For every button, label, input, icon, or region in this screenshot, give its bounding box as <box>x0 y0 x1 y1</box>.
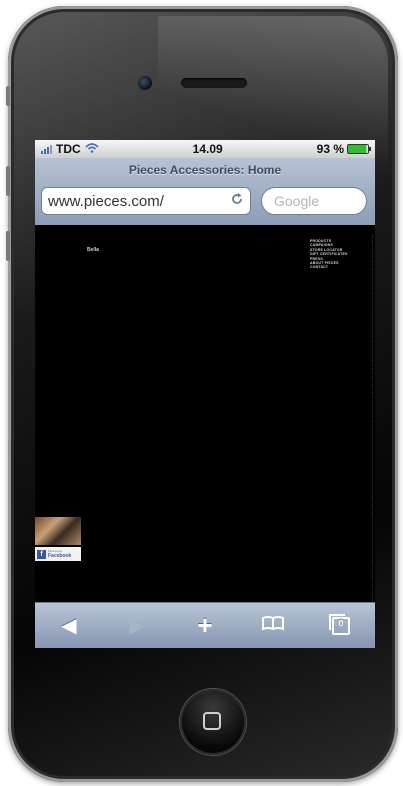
site-nav-menu: PRODUCTS CAMPAIGNS STORE LOCATOR GIFT CE… <box>310 239 348 270</box>
volume-up-button <box>6 166 10 196</box>
earpiece-speaker <box>181 78 247 88</box>
forward-arrow-icon: ▶ <box>129 615 145 637</box>
screen: TDC 14.09 93 % Pieces Accessories: Home … <box>35 140 375 648</box>
battery-percent: 93 % <box>316 142 344 156</box>
facebook-text: Find us on Facebook <box>48 549 71 559</box>
search-placeholder: Google <box>274 193 320 209</box>
carrier-name: TDC <box>56 142 81 156</box>
promo-thumbnail-image[interactable] <box>35 517 81 545</box>
signal-bars-icon <box>41 144 52 154</box>
url-field[interactable]: www.pieces.com/ <box>41 187 251 215</box>
add-button[interactable]: + <box>180 608 230 644</box>
bookmarks-icon <box>261 614 285 637</box>
nav-item-gift-certificates[interactable]: GIFT CERTIFICATES <box>310 252 348 256</box>
tabs-button[interactable]: 0 <box>316 608 366 644</box>
mute-switch <box>6 86 10 106</box>
page-border-line <box>372 235 373 605</box>
back-arrow-icon: ◀ <box>61 615 77 637</box>
clock: 14.09 <box>192 142 223 156</box>
battery-icon <box>347 144 371 154</box>
plus-icon: + <box>197 610 213 640</box>
status-bar: TDC 14.09 93 % <box>35 140 375 158</box>
facebook-icon: f <box>37 549 46 559</box>
search-input[interactable]: Google <box>261 187 367 215</box>
back-button[interactable]: ◀ <box>44 608 94 644</box>
safari-toolbar: ◀ ▶ + 0 <box>35 602 375 648</box>
tabs-icon: 0 <box>329 613 350 635</box>
reload-icon[interactable] <box>230 192 244 211</box>
home-square-icon <box>203 712 221 730</box>
forward-button[interactable]: ▶ <box>112 608 162 644</box>
front-camera <box>138 76 152 90</box>
page-title: Pieces Accessories: Home <box>128 163 282 177</box>
home-button[interactable] <box>180 689 246 755</box>
nav-item-contact[interactable]: CONTACT <box>310 265 348 269</box>
safari-address-bar: Pieces Accessories: Home www.pieces.com/… <box>35 158 375 226</box>
volume-down-button <box>6 231 10 261</box>
url-text[interactable]: www.pieces.com/ <box>48 193 230 210</box>
bookmarks-button[interactable] <box>248 608 298 644</box>
facebook-badge[interactable]: f Find us on Facebook <box>35 547 81 561</box>
brand-text[interactable]: Bella <box>87 247 99 253</box>
carrier-group: TDC <box>41 142 99 156</box>
battery-group: 93 % <box>316 142 371 156</box>
wifi-icon <box>85 142 99 156</box>
web-content: Bella PRODUCTS CAMPAIGNS STORE LOCATOR G… <box>35 225 375 605</box>
facebook-label: Facebook <box>48 553 72 559</box>
tabs-count: 0 <box>338 617 344 628</box>
